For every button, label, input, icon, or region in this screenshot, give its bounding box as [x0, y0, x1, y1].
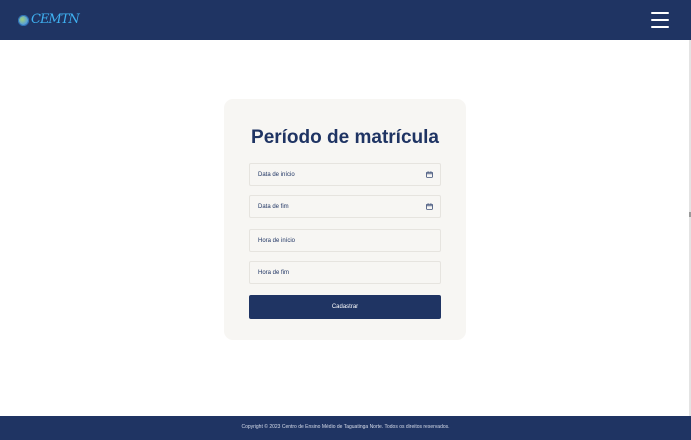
calendar-icon[interactable] [426, 203, 433, 210]
start-time-label: Hora de início [258, 238, 296, 244]
menu-bar [651, 26, 669, 28]
start-date-field[interactable]: Data de início [249, 163, 441, 186]
page-title: Período de matrícula [251, 127, 439, 148]
top-navbar: CEMTN [0, 0, 691, 40]
end-date-label: Data de fim [258, 204, 289, 210]
menu-bar [651, 12, 669, 14]
page: CEMTN Período de matrícula Data de iníci… [0, 0, 691, 440]
submit-button[interactable]: Cadastrar [249, 295, 441, 319]
end-date-field[interactable]: Data de fim [249, 195, 441, 218]
logo-text: CEMTN [31, 12, 80, 27]
enrollment-period-card: Período de matrícula Data de início Data… [224, 99, 466, 340]
site-logo[interactable]: CEMTN [18, 11, 80, 29]
footer: Copyright © 2023 Centro de Ensino Médio … [0, 416, 691, 440]
calendar-icon[interactable] [426, 171, 433, 178]
end-time-label: Hora de fim [258, 270, 290, 276]
end-time-field[interactable]: Hora de fim [249, 261, 441, 284]
menu-bar [651, 19, 669, 21]
hamburger-menu-icon[interactable] [651, 12, 669, 28]
globe-logo-icon [18, 14, 29, 26]
copyright-text: Copyright © 2023 Centro de Ensino Médio … [241, 424, 450, 430]
start-date-label: Data de início [258, 172, 295, 178]
start-time-field[interactable]: Hora de início [249, 229, 441, 252]
